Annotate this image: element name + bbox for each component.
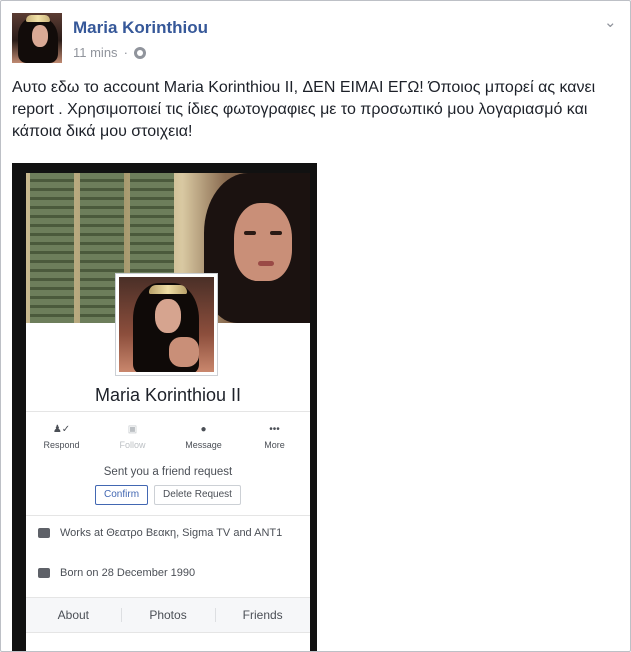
post-timestamp[interactable]: 11 mins (73, 45, 118, 60)
tab-friends: Friends (215, 598, 310, 632)
profile-intro: Works at Θεατρο Βεακη, Sigma TV and ANT1… (26, 515, 310, 597)
globe-icon[interactable] (133, 46, 146, 59)
author-name[interactable]: Maria Korinthiou (73, 18, 208, 38)
follow-action: ▣ Follow (97, 412, 168, 457)
message-action: ● Message (168, 412, 239, 457)
work-row: Works at Θεατρο Βεακη, Sigma TV and ANT1 (38, 526, 290, 540)
more-dots-icon: ••• (269, 424, 280, 435)
attached-screenshot[interactable]: Maria Korinthiou II ♟✓ Respond ▣ Follow … (12, 163, 317, 651)
profile-name: Maria Korinthiou II (94, 385, 242, 405)
chevron-down-icon[interactable]: ⌄ (604, 13, 617, 31)
person-check-icon: ♟✓ (52, 424, 71, 435)
profile-tabs: About Photos Friends (26, 597, 310, 633)
tab-about: About (57, 608, 90, 622)
confirm-button: Confirm (95, 485, 149, 505)
respond-action: ♟✓ Respond (26, 412, 97, 457)
friend-request-text: Sent you a friend request (103, 466, 233, 478)
follow-icon: ▣ (127, 424, 138, 435)
profile-actions: ♟✓ Respond ▣ Follow ● Message ••• More (26, 411, 310, 457)
request-buttons: Confirm Delete Request (26, 485, 310, 505)
tab-photos: Photos (120, 598, 216, 632)
messenger-icon: ● (200, 424, 207, 435)
post-text: Αυτο εδω το account Maria Korinthiou II,… (12, 79, 596, 140)
calendar-icon (38, 568, 50, 578)
facebook-post: Maria Korinthiou 11 mins · ⌄ Αυτο εδω το… (0, 0, 631, 652)
profile-picture (115, 273, 218, 376)
author-avatar[interactable] (12, 13, 62, 63)
briefcase-icon (38, 528, 50, 538)
birthday-row: Born on 28 December 1990 (38, 566, 290, 580)
delete-request-button: Delete Request (154, 485, 241, 505)
more-action: ••• More (239, 412, 310, 457)
post-meta: 11 mins · (73, 45, 146, 60)
